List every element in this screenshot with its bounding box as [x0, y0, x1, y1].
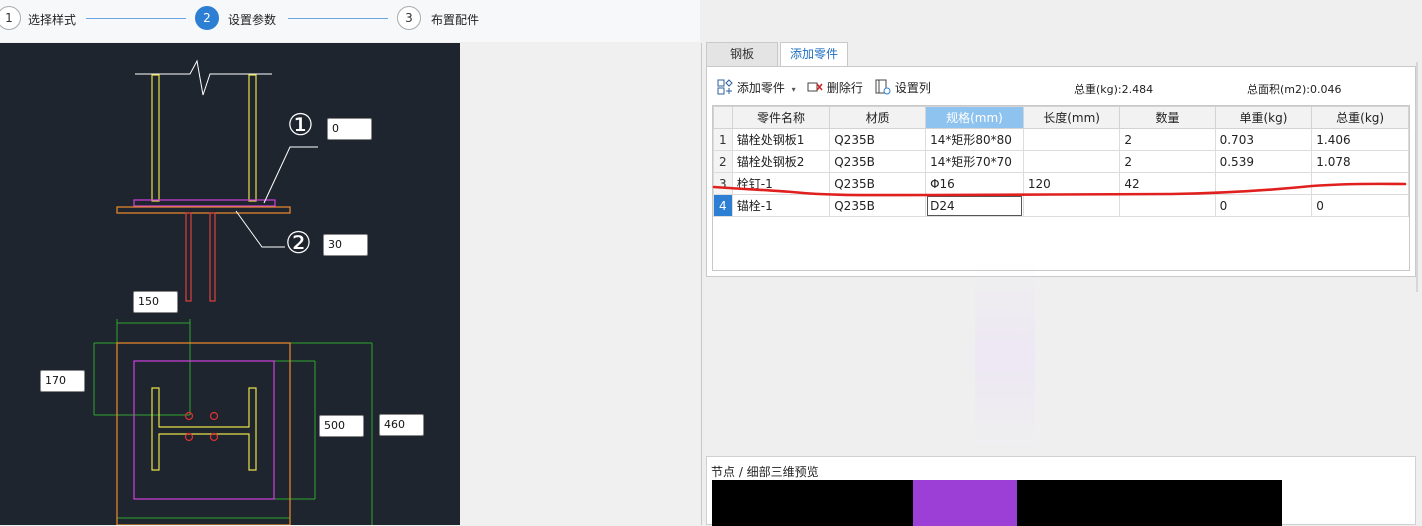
h-section-outline [151, 387, 257, 471]
table-cell[interactable]: 2 [1119, 150, 1216, 173]
delete-row-label: 删除行 [826, 81, 863, 95]
red-annotation-line [712, 182, 1407, 197]
table-cell[interactable]: 14*矩形70*70 [925, 150, 1024, 173]
step-1-circle[interactable]: 1 [0, 6, 21, 30]
set-columns-icon [875, 79, 891, 98]
column-flange-right [248, 74, 257, 202]
column-header[interactable]: 总重(kg) [1311, 106, 1409, 129]
parts-panel: 添加零件 ▾ 删除行 设置列 总重(kg):2.484 总面积(m2):0.04… [706, 66, 1416, 277]
delete-row-icon [807, 80, 823, 97]
table-cell[interactable]: 14*矩形80*80 [925, 128, 1024, 151]
add-part-dropdown-icon[interactable]: ▾ [792, 85, 796, 94]
anchor-bolt-right [209, 212, 216, 302]
part2-param-input[interactable]: 30 [323, 234, 368, 256]
step-connector-1 [86, 18, 186, 19]
row-number-header [713, 106, 733, 129]
tab-steel-plate[interactable]: 钢板 [706, 42, 778, 66]
tab-add-parts[interactable]: 添加零件 [780, 42, 848, 66]
table-cell[interactable]: 锚栓处钢板2 [731, 150, 831, 173]
table-cell[interactable] [1022, 128, 1121, 151]
bolt-hole [184, 411, 194, 421]
column-header-selected[interactable]: 规格(mm) [925, 106, 1024, 129]
total-area: 总面积(m2):0.046 [1247, 83, 1342, 96]
table-row[interactable]: 1 锚栓处钢板1 Q235B 14*矩形80*80 2 0.703 1.406 [713, 128, 1409, 151]
table-cell[interactable]: 锚栓处钢板1 [731, 128, 831, 151]
preview-panel: 节点 / 细部三维预览 [706, 456, 1416, 526]
column-header[interactable]: 材质 [829, 106, 927, 129]
blank-panel [460, 43, 701, 525]
table-row[interactable]: 2 锚栓处钢板2 Q235B 14*矩形70*70 2 0.539 1.078 [713, 150, 1409, 173]
light-artifact [975, 262, 1035, 452]
column-header[interactable]: 长度(mm) [1022, 106, 1121, 129]
step-2-label[interactable]: 设置参数 [228, 11, 276, 28]
bolt-hole [209, 411, 219, 421]
total-weight: 总重(kg):2.484 [1074, 83, 1154, 96]
stepper: 1 选择样式 2 设置参数 3 布置配件 [0, 0, 700, 42]
mid-dimension-input[interactable]: 500 [319, 415, 364, 437]
column-header[interactable]: 数量 [1119, 106, 1216, 129]
table-cell[interactable]: Q235B [829, 128, 927, 151]
preview-3d-canvas[interactable] [712, 480, 1282, 526]
step-3-circle[interactable]: 3 [397, 6, 421, 30]
column-header[interactable]: 零件名称 [731, 106, 831, 129]
table-cell[interactable]: 2 [1119, 128, 1216, 151]
set-columns-label: 设置列 [894, 81, 931, 95]
table-header-row: 零件名称 材质 规格(mm) 长度(mm) 数量 单重(kg) 总重(kg) [713, 106, 1409, 129]
table-cell[interactable]: 0.703 [1214, 128, 1313, 151]
panel-divider[interactable] [701, 43, 702, 525]
add-part-icon [717, 79, 733, 98]
row-number[interactable]: 1 [713, 128, 733, 151]
add-part-label: 添加零件 [736, 81, 785, 95]
callout-2: ② [285, 226, 312, 261]
left-dimension-input[interactable]: 170 [40, 370, 85, 392]
leader-line-1 [263, 146, 318, 204]
cad-drawing [93, 59, 373, 525]
delete-row-button[interactable]: 删除行 [807, 79, 863, 97]
table-cell[interactable]: 0.539 [1214, 150, 1313, 173]
anchor-bolt-left [185, 212, 192, 302]
table-cell[interactable]: Q235B [829, 150, 927, 173]
preview-title: 节点 / 细部三维预览 [711, 465, 819, 479]
base-plate [116, 206, 291, 214]
leader-line-2 [235, 210, 285, 248]
table-cell[interactable]: 1.406 [1311, 128, 1409, 151]
top-dimension-input[interactable]: 150 [133, 291, 178, 313]
step-1-label[interactable]: 选择样式 [28, 11, 76, 28]
part1-param-input[interactable]: 0 [327, 118, 372, 140]
set-columns-button[interactable]: 设置列 [875, 79, 931, 98]
vertical-scrollbar[interactable] [1416, 62, 1418, 292]
anchor-plate-plan [133, 360, 275, 500]
row-number[interactable]: 2 [713, 150, 733, 173]
column-break-line [135, 59, 272, 96]
step-2-circle[interactable]: 2 [195, 6, 219, 30]
right-dimension-input[interactable]: 460 [379, 414, 424, 436]
preview-model-shape [913, 480, 1017, 526]
table-cell[interactable] [1022, 150, 1121, 173]
column-flange-left [151, 74, 160, 202]
cad-drawing-canvas: ① ② 0 30 150 170 500 460 [0, 43, 460, 525]
add-part-button[interactable]: 添加零件 ▾ [717, 79, 796, 98]
table-cell[interactable]: 1.078 [1311, 150, 1409, 173]
step-connector-2 [288, 18, 388, 19]
callout-1: ① [287, 108, 314, 143]
step-3-label[interactable]: 布置配件 [431, 11, 479, 28]
column-header[interactable]: 单重(kg) [1214, 106, 1313, 129]
